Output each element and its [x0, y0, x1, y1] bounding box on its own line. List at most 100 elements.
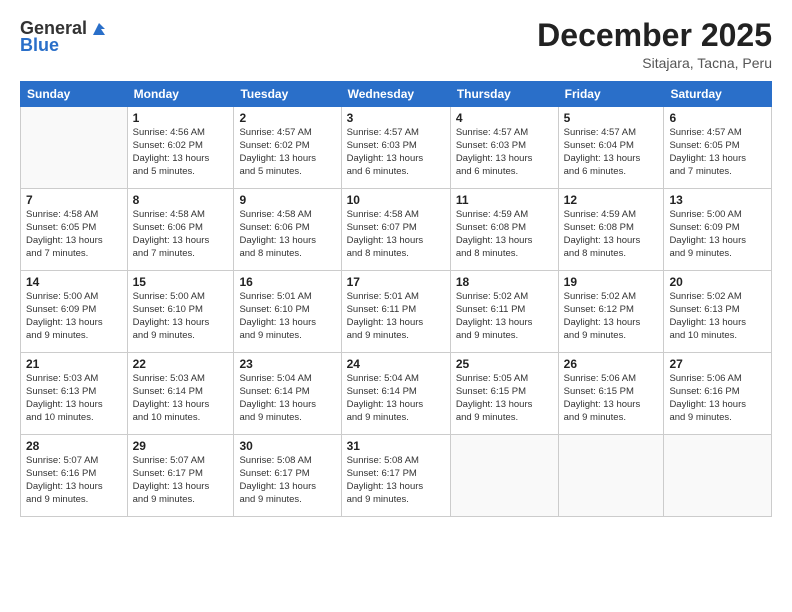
- day-info: Sunrise: 4:59 AM Sunset: 6:08 PM Dayligh…: [456, 209, 553, 260]
- calendar-cell: 8 Sunrise: 4:58 AM Sunset: 6:06 PM Daylig…: [127, 189, 234, 271]
- title-block: December 2025 Sitajara, Tacna, Peru: [537, 18, 772, 71]
- calendar-cell: 25 Sunrise: 5:05 AM Sunset: 6:15 PM Dayli…: [450, 353, 558, 435]
- calendar-cell: 10Sunrise: 4:58 AM Sunset: 6:07 PM Dayli…: [341, 189, 450, 271]
- day-number: 21: [26, 357, 122, 371]
- day-number: 16: [239, 275, 335, 289]
- day-info: Sunrise: 4:58 AM Sunset: 6:05 PM Dayligh…: [26, 209, 122, 260]
- calendar-cell: [664, 435, 772, 517]
- day-number: 23: [239, 357, 335, 371]
- day-number: 29: [133, 439, 229, 453]
- day-number: 2: [239, 111, 335, 125]
- calendar-cell: 9 Sunrise: 4:58 AM Sunset: 6:06 PM Daylig…: [234, 189, 341, 271]
- day-number: 24: [347, 357, 445, 371]
- calendar-cell: 21 Sunrise: 5:03 AM Sunset: 6:13 PM Dayli…: [21, 353, 128, 435]
- calendar-cell: 5 Sunrise: 4:57 AM Sunset: 6:04 PM Daylig…: [558, 107, 664, 189]
- day-info: Sunrise: 5:00 AM Sunset: 6:10 PM Dayligh…: [133, 291, 229, 342]
- week-row-2: 7 Sunrise: 4:58 AM Sunset: 6:05 PM Daylig…: [21, 189, 772, 271]
- header: General Blue December 2025 Sitajara, Tac…: [20, 18, 772, 71]
- calendar-header-saturday: Saturday: [664, 82, 772, 107]
- day-info: Sunrise: 5:02 AM Sunset: 6:13 PM Dayligh…: [669, 291, 766, 342]
- day-info: Sunrise: 5:05 AM Sunset: 6:15 PM Dayligh…: [456, 373, 553, 424]
- day-number: 12: [564, 193, 659, 207]
- page: General Blue December 2025 Sitajara, Tac…: [0, 0, 792, 612]
- day-number: 31: [347, 439, 445, 453]
- day-info: Sunrise: 4:59 AM Sunset: 6:08 PM Dayligh…: [564, 209, 659, 260]
- calendar-table: SundayMondayTuesdayWednesdayThursdayFrid…: [20, 81, 772, 517]
- calendar-cell: 1Sunrise: 4:56 AM Sunset: 6:02 PM Daylig…: [127, 107, 234, 189]
- day-info: Sunrise: 5:08 AM Sunset: 6:17 PM Dayligh…: [347, 455, 445, 506]
- day-info: Sunrise: 4:58 AM Sunset: 6:06 PM Dayligh…: [133, 209, 229, 260]
- day-info: Sunrise: 5:08 AM Sunset: 6:17 PM Dayligh…: [239, 455, 335, 506]
- day-info: Sunrise: 4:58 AM Sunset: 6:06 PM Dayligh…: [239, 209, 335, 260]
- day-number: 22: [133, 357, 229, 371]
- day-info: Sunrise: 5:00 AM Sunset: 6:09 PM Dayligh…: [669, 209, 766, 260]
- day-number: 7: [26, 193, 122, 207]
- day-number: 19: [564, 275, 659, 289]
- day-number: 27: [669, 357, 766, 371]
- day-number: 30: [239, 439, 335, 453]
- day-number: 20: [669, 275, 766, 289]
- logo: General Blue: [20, 18, 109, 56]
- day-info: Sunrise: 4:56 AM Sunset: 6:02 PM Dayligh…: [133, 127, 229, 178]
- calendar-cell: 15 Sunrise: 5:00 AM Sunset: 6:10 PM Dayli…: [127, 271, 234, 353]
- day-number: 9: [239, 193, 335, 207]
- calendar-header-sunday: Sunday: [21, 82, 128, 107]
- day-info: Sunrise: 5:06 AM Sunset: 6:16 PM Dayligh…: [669, 373, 766, 424]
- day-number: 18: [456, 275, 553, 289]
- day-number: 4: [456, 111, 553, 125]
- logo-icon: [89, 19, 109, 39]
- day-number: 28: [26, 439, 122, 453]
- week-row-4: 21 Sunrise: 5:03 AM Sunset: 6:13 PM Dayli…: [21, 353, 772, 435]
- calendar-cell: [450, 435, 558, 517]
- calendar-header-friday: Friday: [558, 82, 664, 107]
- calendar-cell: [558, 435, 664, 517]
- subtitle: Sitajara, Tacna, Peru: [537, 55, 772, 71]
- day-number: 15: [133, 275, 229, 289]
- calendar-cell: 12 Sunrise: 4:59 AM Sunset: 6:08 PM Dayli…: [558, 189, 664, 271]
- day-number: 5: [564, 111, 659, 125]
- calendar-cell: [21, 107, 128, 189]
- day-number: 8: [133, 193, 229, 207]
- day-number: 3: [347, 111, 445, 125]
- day-info: Sunrise: 5:01 AM Sunset: 6:10 PM Dayligh…: [239, 291, 335, 342]
- calendar-cell: 4Sunrise: 4:57 AM Sunset: 6:03 PM Daylig…: [450, 107, 558, 189]
- week-row-1: 1Sunrise: 4:56 AM Sunset: 6:02 PM Daylig…: [21, 107, 772, 189]
- day-info: Sunrise: 5:03 AM Sunset: 6:14 PM Dayligh…: [133, 373, 229, 424]
- calendar-header-monday: Monday: [127, 82, 234, 107]
- day-info: Sunrise: 4:57 AM Sunset: 6:05 PM Dayligh…: [669, 127, 766, 178]
- day-info: Sunrise: 5:06 AM Sunset: 6:15 PM Dayligh…: [564, 373, 659, 424]
- calendar-cell: 28 Sunrise: 5:07 AM Sunset: 6:16 PM Dayli…: [21, 435, 128, 517]
- week-row-3: 14Sunrise: 5:00 AM Sunset: 6:09 PM Dayli…: [21, 271, 772, 353]
- day-number: 6: [669, 111, 766, 125]
- calendar-cell: 11 Sunrise: 4:59 AM Sunset: 6:08 PM Dayli…: [450, 189, 558, 271]
- week-row-5: 28 Sunrise: 5:07 AM Sunset: 6:16 PM Dayli…: [21, 435, 772, 517]
- calendar-header-wednesday: Wednesday: [341, 82, 450, 107]
- day-number: 14: [26, 275, 122, 289]
- calendar-header-thursday: Thursday: [450, 82, 558, 107]
- calendar-cell: 13 Sunrise: 5:00 AM Sunset: 6:09 PM Dayli…: [664, 189, 772, 271]
- calendar-header-tuesday: Tuesday: [234, 82, 341, 107]
- day-info: Sunrise: 5:04 AM Sunset: 6:14 PM Dayligh…: [347, 373, 445, 424]
- calendar-cell: 18 Sunrise: 5:02 AM Sunset: 6:11 PM Dayli…: [450, 271, 558, 353]
- day-info: Sunrise: 5:02 AM Sunset: 6:12 PM Dayligh…: [564, 291, 659, 342]
- calendar-cell: 22 Sunrise: 5:03 AM Sunset: 6:14 PM Dayli…: [127, 353, 234, 435]
- month-title: December 2025: [537, 18, 772, 53]
- day-info: Sunrise: 4:57 AM Sunset: 6:02 PM Dayligh…: [239, 127, 335, 178]
- calendar-cell: 7 Sunrise: 4:58 AM Sunset: 6:05 PM Daylig…: [21, 189, 128, 271]
- day-info: Sunrise: 4:58 AM Sunset: 6:07 PM Dayligh…: [347, 209, 445, 260]
- day-number: 26: [564, 357, 659, 371]
- day-number: 13: [669, 193, 766, 207]
- calendar-cell: 17Sunrise: 5:01 AM Sunset: 6:11 PM Dayli…: [341, 271, 450, 353]
- day-info: Sunrise: 5:07 AM Sunset: 6:17 PM Dayligh…: [133, 455, 229, 506]
- day-info: Sunrise: 5:03 AM Sunset: 6:13 PM Dayligh…: [26, 373, 122, 424]
- day-info: Sunrise: 4:57 AM Sunset: 6:03 PM Dayligh…: [347, 127, 445, 178]
- calendar-cell: 29 Sunrise: 5:07 AM Sunset: 6:17 PM Dayli…: [127, 435, 234, 517]
- day-info: Sunrise: 5:02 AM Sunset: 6:11 PM Dayligh…: [456, 291, 553, 342]
- calendar-cell: 20 Sunrise: 5:02 AM Sunset: 6:13 PM Dayli…: [664, 271, 772, 353]
- day-number: 25: [456, 357, 553, 371]
- day-info: Sunrise: 4:57 AM Sunset: 6:04 PM Dayligh…: [564, 127, 659, 178]
- day-info: Sunrise: 5:01 AM Sunset: 6:11 PM Dayligh…: [347, 291, 445, 342]
- day-number: 11: [456, 193, 553, 207]
- calendar-cell: 30 Sunrise: 5:08 AM Sunset: 6:17 PM Dayli…: [234, 435, 341, 517]
- day-info: Sunrise: 5:07 AM Sunset: 6:16 PM Dayligh…: [26, 455, 122, 506]
